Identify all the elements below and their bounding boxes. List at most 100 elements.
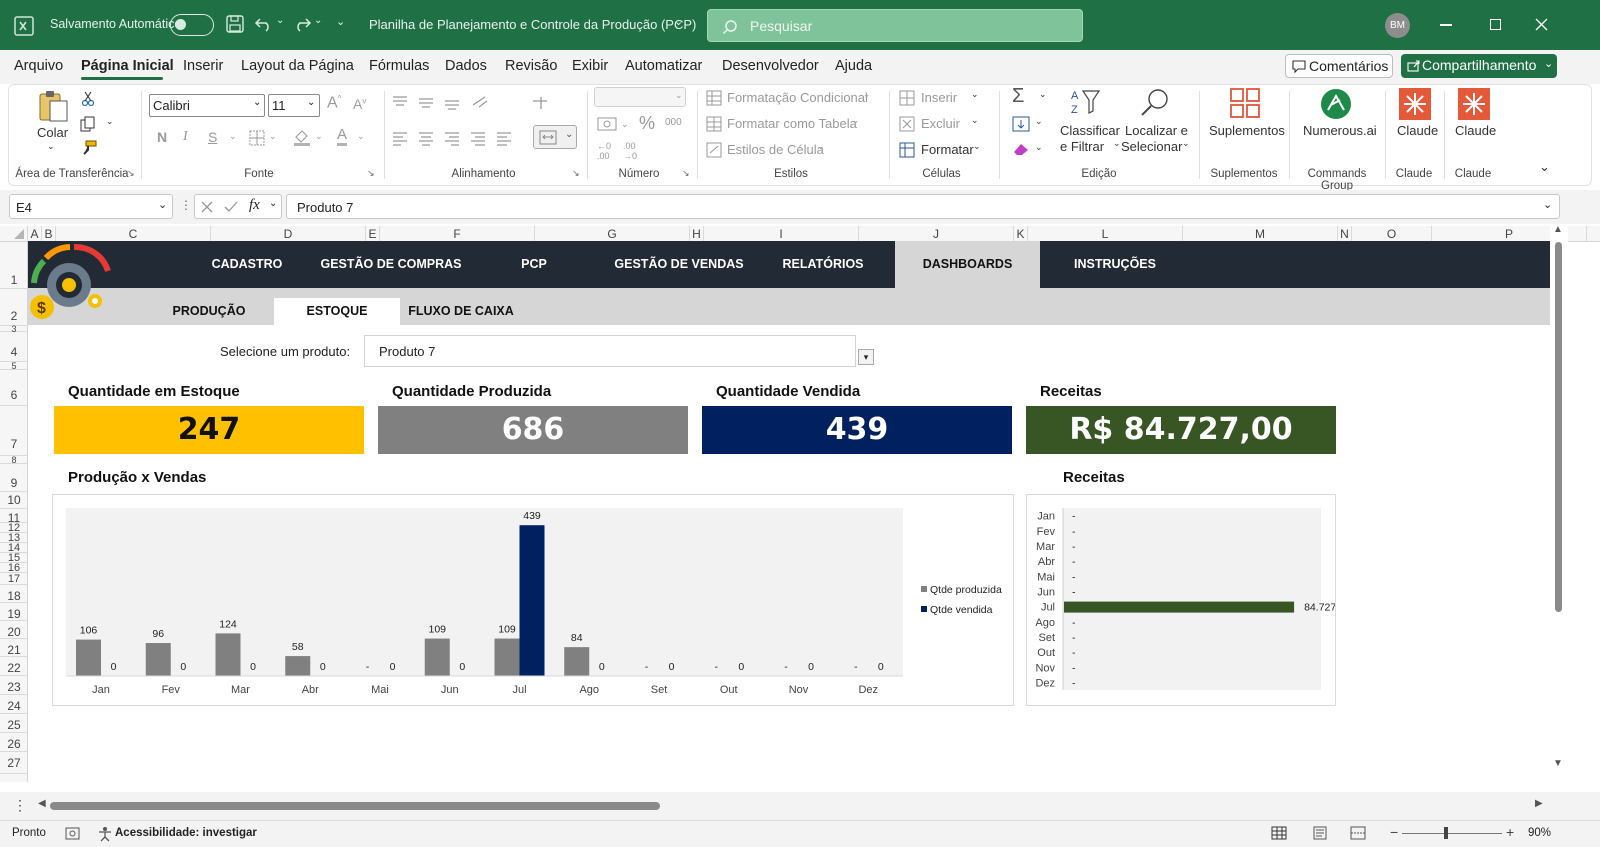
row-header-23[interactable]: 23 <box>0 676 28 695</box>
tab-ajuda[interactable]: Ajuda <box>835 58 872 74</box>
borders-icon[interactable] <box>249 130 265 146</box>
paste-icon[interactable] <box>37 89 69 123</box>
cancel-formula-icon[interactable] <box>201 201 213 213</box>
subnav-producao[interactable]: PRODUÇÃO <box>154 298 264 325</box>
format-cells-button[interactable]: Formatar <box>921 142 974 157</box>
redo-icon[interactable] <box>292 15 312 33</box>
font-size-select[interactable]: 11 ⌄ <box>268 94 320 117</box>
col-header-d[interactable]: D <box>211 226 366 242</box>
zoom-slider-thumb[interactable] <box>1444 827 1448 839</box>
clipboard-launcher-icon[interactable]: ↘ <box>127 168 135 179</box>
bar-produced-fev[interactable] <box>145 643 171 676</box>
increase-decimal-icon[interactable]: ←0.00 <box>597 141 611 161</box>
clear-dropdown-icon[interactable]: ⌄ <box>1035 142 1043 153</box>
conditional-format-dropdown-icon[interactable]: ⌄ <box>863 89 871 100</box>
nav-cadastro[interactable]: CADASTRO <box>188 241 306 288</box>
bar-sold-jul[interactable] <box>519 525 545 676</box>
row-header-1[interactable]: 1 <box>0 242 28 289</box>
redo-dropdown-icon[interactable]: ⌄ <box>314 15 322 26</box>
fill-color-dropdown-icon[interactable]: ⌄ <box>315 131 323 142</box>
save-icon[interactable] <box>226 15 244 33</box>
page-layout-view-icon[interactable] <box>1312 826 1328 840</box>
vertical-scroll-thumb[interactable] <box>1555 242 1562 612</box>
undo-icon[interactable] <box>254 15 274 33</box>
row-header-19[interactable]: 19 <box>0 603 28 621</box>
find-select-label-1[interactable]: Localizar e <box>1125 123 1188 138</box>
zoom-level[interactable]: 90% <box>1528 827 1551 839</box>
nav-relatorios[interactable]: RELATÓRIOS <box>766 241 880 288</box>
ribbon-collapse-icon[interactable]: ⌄ <box>1539 159 1550 175</box>
autosum-dropdown-icon[interactable]: ⌄ <box>1039 89 1047 100</box>
bar-produced-ago[interactable] <box>564 647 590 676</box>
revenue-bar-jul[interactable] <box>1064 601 1295 613</box>
format-painter-icon[interactable] <box>81 140 97 156</box>
document-title[interactable]: Planilha de Planejamento e Controle da P… <box>369 17 696 32</box>
fill-color-icon[interactable] <box>293 128 311 146</box>
tab-automatizar[interactable]: Automatizar <box>625 58 702 74</box>
undo-dropdown-icon[interactable]: ⌄ <box>276 15 284 26</box>
paste-dropdown-icon[interactable]: ⌄ <box>47 141 55 152</box>
row-header-24[interactable]: 24 <box>0 695 28 714</box>
tab-desenvolvedor[interactable]: Desenvolvedor <box>722 58 819 74</box>
name-box[interactable]: E4 ⌄ <box>9 194 173 219</box>
decrease-font-icon[interactable]: Av <box>353 96 366 112</box>
cell-styles-button[interactable]: Estilos de Célula <box>727 142 824 157</box>
row-header-17[interactable]: 17 <box>0 573 28 585</box>
fill-down-icon[interactable] <box>1012 116 1030 132</box>
row-header-2[interactable]: 2 <box>0 289 28 326</box>
number-launcher-icon[interactable]: ↘ <box>682 168 690 179</box>
font-color-dropdown-icon[interactable]: ⌄ <box>357 131 365 142</box>
close-icon[interactable] <box>1535 18 1548 31</box>
vertical-scrollbar[interactable]: ▲ ▼ <box>1550 226 1568 776</box>
addins-label[interactable]: Suplementos <box>1209 123 1285 138</box>
row-header-5[interactable]: 5 <box>0 362 28 371</box>
col-header-h[interactable]: H <box>690 226 704 242</box>
col-header-b[interactable]: B <box>42 226 56 242</box>
borders-dropdown-icon[interactable]: ⌄ <box>269 131 277 142</box>
bar-produced-jul[interactable] <box>494 638 520 676</box>
decrease-decimal-icon[interactable]: .00 →0 <box>623 141 637 161</box>
row-header-26[interactable]: 26 <box>0 733 28 752</box>
scroll-up-icon[interactable]: ▲ <box>1553 226 1563 235</box>
bold-icon[interactable]: N <box>157 129 167 145</box>
numerous-ai-label[interactable]: Numerous.ai <box>1303 123 1377 138</box>
sort-filter-label-2[interactable]: e Filtrar <box>1060 139 1104 154</box>
formula-bar-grip-icon[interactable]: ⋮ <box>180 198 192 212</box>
normal-view-icon[interactable] <box>1271 826 1287 840</box>
autosum-icon[interactable]: Σ <box>1012 85 1024 108</box>
scroll-left-icon[interactable]: ◀ <box>38 798 46 809</box>
underline-icon[interactable]: S <box>208 129 217 145</box>
subnav-estoque[interactable]: ESTOQUE <box>274 298 400 325</box>
customize-qat-icon[interactable]: ⌄ <box>336 15 345 28</box>
find-select-icon[interactable] <box>1139 87 1171 119</box>
scroll-down-icon[interactable]: ▼ <box>1553 758 1563 769</box>
page-break-view-icon[interactable] <box>1350 826 1366 840</box>
row-header-27[interactable]: 27 <box>0 752 28 774</box>
delete-cells-dropdown-icon[interactable]: ⌄ <box>971 115 979 126</box>
alignment-launcher-icon[interactable]: ↘ <box>572 168 580 179</box>
zoom-slider-track[interactable] <box>1402 833 1502 834</box>
scroll-right-icon[interactable]: ▶ <box>1535 798 1543 809</box>
select-all-corner[interactable] <box>0 226 28 242</box>
row-header-18[interactable]: 18 <box>0 585 28 603</box>
zoom-out-icon[interactable]: − <box>1390 824 1398 840</box>
cell-styles-dropdown-icon[interactable]: ⌄ <box>817 141 825 152</box>
sort-filter-icon[interactable]: AZ <box>1069 87 1103 117</box>
col-header-g[interactable]: G <box>535 226 690 242</box>
find-select-dropdown-icon[interactable]: ⌄ <box>1182 138 1190 149</box>
copy-dropdown-icon[interactable]: ⌄ <box>106 116 114 127</box>
clear-icon[interactable] <box>1012 142 1030 156</box>
subnav-fluxo-caixa[interactable]: FLUXO DE CAIXA <box>406 298 516 325</box>
numerous-ai-icon[interactable] <box>1320 88 1352 120</box>
font-color-icon[interactable]: A <box>337 127 348 146</box>
horizontal-scroll-thumb[interactable] <box>50 802 660 810</box>
nav-dashboards[interactable]: DASHBOARDS <box>895 241 1040 288</box>
nav-gestao-vendas[interactable]: GESTÃO DE VENDAS <box>612 241 746 288</box>
row-header-9[interactable]: 9 <box>0 464 28 492</box>
accounting-dropdown-icon[interactable]: ⌄ <box>621 119 629 130</box>
claude-label-2[interactable]: Claude <box>1455 123 1496 138</box>
macro-record-icon[interactable] <box>65 827 81 841</box>
accessibility-status[interactable]: Acessibilidade: investigar <box>115 827 257 839</box>
row-header-8[interactable]: 8 <box>0 456 28 465</box>
product-selector[interactable]: Produto 7 <box>364 335 856 367</box>
